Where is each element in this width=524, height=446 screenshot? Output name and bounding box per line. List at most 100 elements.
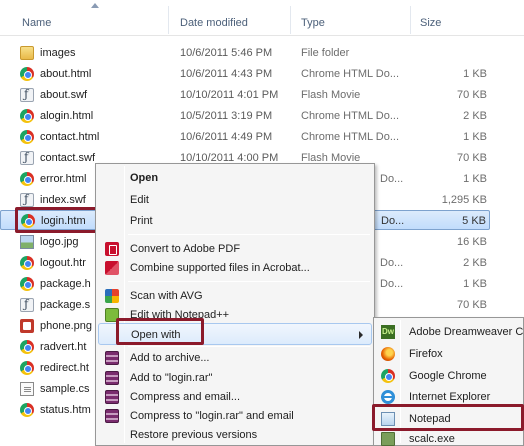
file-name: status.htm bbox=[40, 404, 91, 416]
file-type: Do... bbox=[381, 215, 405, 227]
file-type: Do... bbox=[380, 278, 404, 290]
menu-item-label: Internet Explorer bbox=[409, 391, 491, 403]
internet-explorer-icon bbox=[381, 390, 395, 404]
winrar-icon bbox=[105, 371, 119, 385]
menu-separator bbox=[128, 281, 370, 282]
file-size: 16 KB bbox=[457, 236, 487, 248]
column-header-bar: Name Date modified Type Size bbox=[0, 0, 524, 36]
file-row-contact-html[interactable]: contact.html 10/6/2011 4:49 PM Chrome HT… bbox=[0, 127, 490, 147]
file-date: 10/10/2011 4:01 PM bbox=[180, 89, 279, 101]
file-name: alogin.html bbox=[40, 110, 94, 122]
folder-icon bbox=[20, 46, 34, 60]
column-divider[interactable] bbox=[168, 6, 169, 34]
flash-icon bbox=[20, 192, 34, 207]
file-row-about-swf[interactable]: about.swf 10/10/2011 4:01 PM Flash Movie… bbox=[0, 85, 490, 105]
menu-item-label: Print bbox=[130, 215, 153, 227]
sort-ascending-icon bbox=[91, 3, 99, 8]
chrome-icon bbox=[20, 277, 34, 291]
menu-item-combine-acrobat[interactable]: Combine supported files in Acrobat... bbox=[98, 257, 372, 279]
menu-item-print[interactable]: Print bbox=[98, 210, 372, 232]
menu-item-label: scalc.exe bbox=[409, 433, 455, 445]
file-type: Flash Movie bbox=[301, 89, 361, 101]
submenu-item-firefox[interactable]: Firefox bbox=[376, 343, 523, 365]
menu-item-label: Add to "login.rar" bbox=[130, 372, 213, 384]
menu-item-edit[interactable]: Edit bbox=[98, 189, 372, 211]
file-row-about-html[interactable]: about.html 10/6/2011 4:43 PM Chrome HTML… bbox=[0, 64, 490, 84]
file-size: 1 KB bbox=[463, 68, 487, 80]
file-size: 2 KB bbox=[463, 257, 487, 269]
file-name: about.swf bbox=[40, 89, 88, 101]
calc-icon bbox=[381, 432, 395, 446]
file-date: 10/5/2011 3:19 PM bbox=[180, 110, 273, 122]
dreamweaver-icon: Dw bbox=[381, 325, 395, 339]
chrome-icon bbox=[20, 403, 34, 417]
file-date: 10/6/2011 5:46 PM bbox=[180, 47, 273, 59]
file-type: Chrome HTML Do... bbox=[301, 68, 400, 80]
file-name: images bbox=[40, 47, 76, 59]
chrome-icon bbox=[20, 130, 34, 144]
file-name: error.html bbox=[40, 173, 87, 185]
winrar-icon bbox=[105, 390, 119, 404]
file-name: package.h bbox=[40, 278, 91, 290]
file-row-images[interactable]: images 10/6/2011 5:46 PM File folder bbox=[0, 43, 490, 63]
menu-item-label: Combine supported files in Acrobat... bbox=[130, 262, 310, 274]
column-divider[interactable] bbox=[410, 6, 411, 34]
acrobat-combine-icon bbox=[105, 261, 119, 275]
file-size: 70 KB bbox=[457, 152, 487, 164]
chrome-icon bbox=[20, 361, 34, 375]
column-header-date-modified[interactable]: Date modified bbox=[180, 17, 248, 29]
avg-icon bbox=[105, 289, 119, 303]
file-date: 10/6/2011 4:43 PM bbox=[180, 68, 273, 80]
document-icon bbox=[20, 382, 34, 396]
file-size: 70 KB bbox=[457, 299, 487, 311]
chrome-icon bbox=[20, 172, 34, 186]
file-size: 5 KB bbox=[462, 215, 486, 227]
file-type: Chrome HTML Do... bbox=[301, 131, 400, 143]
file-type: Do... bbox=[380, 257, 404, 269]
column-divider[interactable] bbox=[290, 6, 291, 34]
chrome-icon bbox=[20, 256, 34, 270]
file-type: Chrome HTML Do... bbox=[301, 110, 400, 122]
file-name: contact.swf bbox=[40, 152, 96, 164]
winrar-icon bbox=[105, 351, 119, 365]
file-date: 10/6/2011 4:49 PM bbox=[180, 131, 273, 143]
menu-item-label: Convert to Adobe PDF bbox=[130, 243, 241, 255]
file-name: contact.html bbox=[40, 131, 100, 143]
image-icon bbox=[20, 235, 34, 249]
file-type: File folder bbox=[301, 47, 350, 59]
file-size: 1 KB bbox=[463, 173, 487, 185]
file-row-alogin-html[interactable]: alogin.html 10/5/2011 3:19 PM Chrome HTM… bbox=[0, 106, 490, 126]
chrome-icon bbox=[20, 109, 34, 123]
column-header-type[interactable]: Type bbox=[301, 17, 325, 29]
menu-item-label: Open bbox=[130, 172, 159, 184]
menu-item-label: Add to archive... bbox=[130, 352, 210, 364]
menu-item-label: Edit bbox=[130, 194, 149, 206]
php-icon bbox=[20, 319, 34, 333]
file-name: radvert.ht bbox=[40, 341, 87, 353]
menu-item-open[interactable]: Open bbox=[98, 167, 372, 189]
file-name: redirect.ht bbox=[40, 362, 89, 374]
flash-icon bbox=[20, 297, 34, 312]
file-name: sample.cs bbox=[40, 383, 90, 395]
menu-item-restore-versions[interactable]: Restore previous versions bbox=[98, 424, 372, 446]
file-size: 1 KB bbox=[463, 131, 487, 143]
menu-item-label: Compress and email... bbox=[130, 391, 241, 403]
file-name: phone.png bbox=[40, 320, 92, 332]
submenu-item-google-chrome[interactable]: Google Chrome bbox=[376, 365, 523, 387]
menu-separator bbox=[128, 234, 370, 235]
column-header-size[interactable]: Size bbox=[420, 17, 441, 29]
file-name: package.s bbox=[40, 299, 91, 311]
file-size: 2 KB bbox=[463, 110, 487, 122]
submenu-item-dreamweaver[interactable]: Dw Adobe Dreamweaver C bbox=[376, 321, 523, 343]
file-name: index.swf bbox=[40, 194, 86, 206]
submenu-arrow-icon bbox=[359, 331, 363, 339]
file-name: about.html bbox=[40, 68, 92, 80]
file-size: 1,295 KB bbox=[441, 194, 487, 206]
chrome-icon bbox=[381, 369, 395, 383]
adobe-pdf-icon bbox=[105, 242, 119, 256]
menu-item-add-archive[interactable]: Add to archive... bbox=[98, 347, 372, 369]
menu-item-label: Compress to "login.rar" and email bbox=[130, 410, 294, 422]
file-name: logout.htr bbox=[40, 257, 86, 269]
column-header-name[interactable]: Name bbox=[22, 17, 51, 29]
menu-item-label: Adobe Dreamweaver C bbox=[409, 326, 524, 338]
